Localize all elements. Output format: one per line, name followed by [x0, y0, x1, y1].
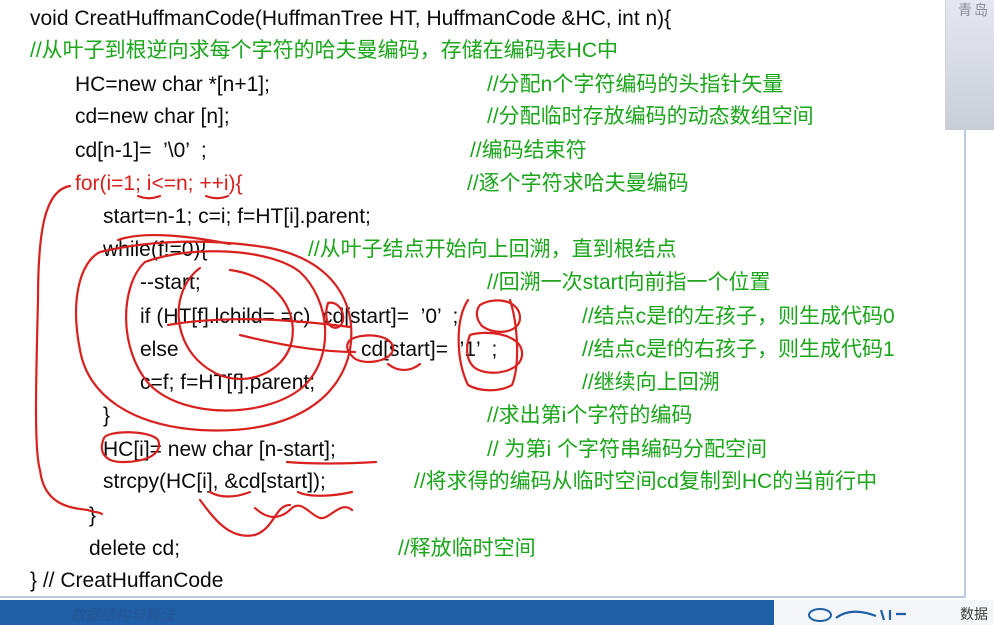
code-line-for-close: } [89, 504, 97, 527]
comment-delete-cd: //释放临时空间 [398, 537, 536, 560]
comment-line-description: //从叶子到根逆向求每个字符的哈夫曼编码，存储在编码表HC中 [30, 39, 618, 62]
footer-watermark-text: 数据结构与算法 [70, 606, 176, 624]
code-line-delete-cd: delete cd; [89, 537, 181, 560]
webcam-label: 青岛 [958, 2, 990, 18]
code-line-cd-alloc: cd=new char [n]; [75, 105, 230, 128]
code-line-start-init: start=n-1; c=i; f=HT[i].parent; [103, 205, 371, 228]
code-line-hc-row-alloc: HC[i]= new char [n-start]; [103, 438, 336, 461]
comment-while-close: //求出第i个字符的编码 [487, 404, 693, 427]
comment-for-loop: //逐个字符求哈夫曼编码 [467, 172, 689, 195]
code-line-for-loop: for(i=1; i<=n; ++i){ [75, 172, 243, 195]
code-line-decrement-start: --start; [140, 271, 201, 294]
code-line-cd-terminator: cd[n-1]= ’\0’ ; [75, 139, 207, 162]
webcam-overlay: 青岛 [945, 0, 994, 130]
code-line-while-loop: while(f!=0){ [103, 238, 208, 261]
comment-cd-alloc: //分配临时存放编码的动态数组空间 [487, 105, 814, 128]
code-line-else: else [140, 338, 179, 361]
code-line-move-up: c=f; f=HT[f].parent; [140, 371, 316, 394]
university-logo-icon [808, 608, 906, 622]
code-line-while-close: } [103, 404, 111, 427]
comment-hc-alloc: //分配n个字符编码的头指针矢量 [487, 73, 784, 96]
code-line-if-left-child: if (HT[f].lchild= =c) cd[start]= ’0’ ; [140, 305, 459, 328]
comment-decrement-start: //回溯一次start向前指一个位置 [487, 271, 771, 294]
slide-canvas: void CreatHuffmanCode(HuffmanTree HT, Hu… [0, 0, 966, 598]
comment-else: //结点c是f的右孩子，则生成代码1 [582, 338, 895, 361]
comment-hc-row-alloc: // 为第i 个字符串编码分配空间 [487, 438, 768, 461]
code-line-function-close: } // CreatHuffanCode [30, 569, 224, 592]
footer-right-label: 数据 [960, 606, 988, 622]
comment-move-up: //继续向上回溯 [582, 371, 720, 394]
comment-strcpy: //将求得的编码从临时空间cd复制到HC的当前行中 [414, 470, 878, 493]
comment-if-left-child: //结点c是f的左孩子，则生成代码0 [582, 305, 895, 328]
code-line-strcpy: strcpy(HC[i], &cd[start]); [103, 470, 326, 493]
comment-cd-terminator: //编码结束符 [470, 139, 587, 162]
comment-while-loop: //从叶子结点开始向上回溯，直到根结点 [308, 238, 677, 261]
code-line-hc-alloc: HC=new char *[n+1]; [75, 73, 270, 96]
code-line-function-signature: void CreatHuffmanCode(HuffmanTree HT, Hu… [30, 7, 672, 30]
code-line-else-assign: cd[start]= ’1’ ; [361, 338, 498, 361]
